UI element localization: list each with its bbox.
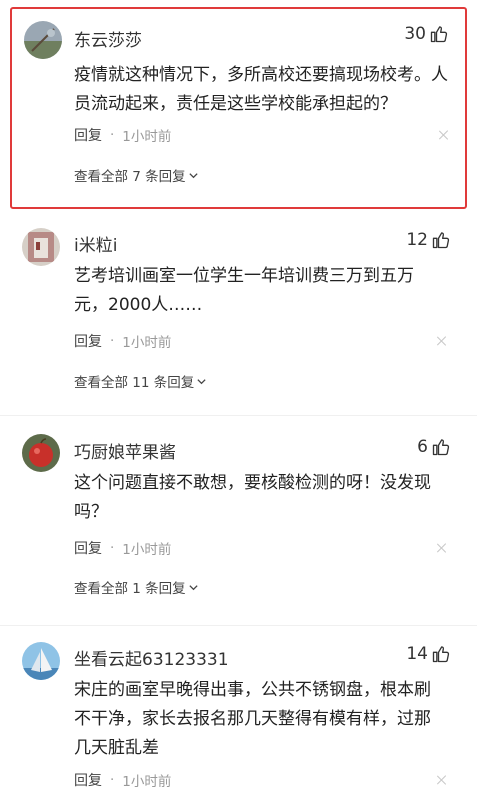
- thumbs-up-icon: [432, 232, 450, 249]
- username[interactable]: 巧厨娘苹果酱: [74, 438, 176, 463]
- comment-meta: 回复 · 1小时前: [74, 538, 172, 558]
- like-button[interactable]: 12: [406, 230, 451, 250]
- like-count: 30: [404, 24, 426, 44]
- like-button[interactable]: 14: [406, 644, 451, 664]
- divider: [0, 625, 477, 626]
- timestamp: 1小时前: [122, 774, 172, 790]
- view-all-replies[interactable]: 查看全部 1 条回复: [74, 577, 199, 597]
- avatar[interactable]: [22, 228, 60, 266]
- comment-item-4: 坐看云起63123331 14 宋庄的画室早晚得出事，公共不锈钢盘，根本刷不干净…: [0, 634, 477, 801]
- username[interactable]: 东云莎莎: [74, 26, 142, 51]
- comment-meta: 回复 · 1小时前: [74, 770, 172, 790]
- thumbs-up-icon: [432, 646, 450, 663]
- thumbs-up-icon: [430, 26, 448, 43]
- like-count: 14: [406, 644, 428, 664]
- close-icon[interactable]: [437, 336, 447, 346]
- comment-text: 艺考培训画室一位学生一年培训费三万到五万元，2000人……: [74, 266, 414, 315]
- chevron-down-icon: [197, 378, 206, 384]
- comment-text: 疫情就这种情况下，多所高校还要搞现场校考。人员流动起来，责任是这些学校能承担起的…: [74, 65, 448, 114]
- username[interactable]: 坐看云起63123331: [74, 645, 229, 670]
- avatar[interactable]: [22, 642, 60, 680]
- comment-text: 宋庄的画室早晚得出事，公共不锈钢盘，根本刷不干净，家长去报名那几天整得有模有样，…: [74, 680, 431, 758]
- chevron-down-icon: [189, 172, 198, 178]
- like-button[interactable]: 30: [404, 24, 449, 44]
- like-count: 12: [406, 230, 428, 250]
- close-icon[interactable]: [439, 130, 449, 140]
- timestamp: 1小时前: [122, 542, 172, 558]
- reply-button[interactable]: 回复: [74, 331, 102, 351]
- view-all-replies[interactable]: 查看全部 7 条回复: [74, 165, 199, 185]
- comment-item-1: 东云莎莎 30 疫情就这种情况下，多所高校还要搞现场校考。人员流动起来，责任是这…: [10, 7, 467, 209]
- close-icon[interactable]: [437, 543, 447, 553]
- comment-item-3: 巧厨娘苹果酱 6 这个问题直接不敢想，要核酸检测的呀！没发现吗？ 回复 · 1小…: [0, 422, 477, 627]
- view-all-replies[interactable]: 查看全部 11 条回复: [74, 371, 207, 391]
- reply-button[interactable]: 回复: [74, 538, 102, 558]
- comment-item-2: i米粒i 12 艺考培训画室一位学生一年培训费三万到五万元，2000人…… 回复…: [0, 215, 477, 415]
- comment-text: 这个问题直接不敢想，要核酸检测的呀！没发现吗？: [74, 473, 431, 522]
- timestamp: 1小时前: [122, 335, 172, 351]
- comment-meta: 回复 · 1小时前: [74, 331, 172, 351]
- divider: [0, 415, 477, 416]
- avatar[interactable]: [24, 21, 62, 59]
- reply-button[interactable]: 回复: [74, 125, 102, 145]
- reply-button[interactable]: 回复: [74, 770, 102, 790]
- close-icon[interactable]: [437, 775, 447, 785]
- like-button[interactable]: 6: [417, 437, 451, 457]
- timestamp: 1小时前: [122, 129, 172, 145]
- chevron-down-icon: [189, 584, 198, 590]
- avatar[interactable]: [22, 434, 60, 472]
- comment-meta: 回复 · 1小时前: [74, 125, 172, 145]
- username[interactable]: i米粒i: [74, 231, 117, 256]
- like-count: 6: [417, 437, 428, 457]
- thumbs-up-icon: [432, 439, 450, 456]
